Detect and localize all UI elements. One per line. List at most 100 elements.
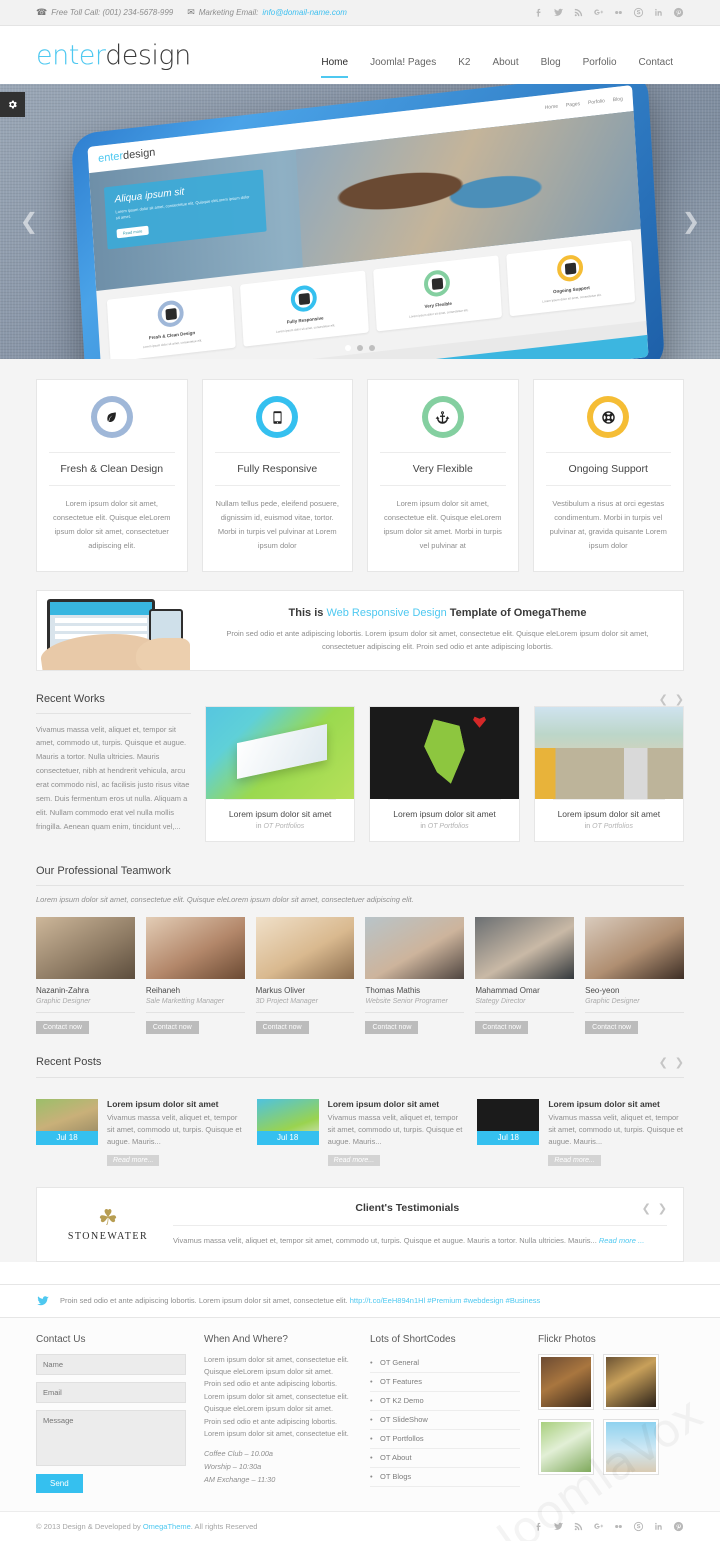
flickr-photo[interactable] — [603, 1418, 659, 1475]
shortcode-item[interactable]: OT Features — [370, 1373, 520, 1392]
feature-card: Fresh & Clean Design Lorem ipsum dolor s… — [36, 379, 188, 572]
flickr-icon[interactable] — [613, 1521, 624, 1532]
testimonial-text: Vivamus massa velit, aliquet et, tempor … — [173, 1235, 599, 1245]
skype-icon[interactable] — [633, 7, 644, 18]
flickr-icon[interactable] — [613, 7, 624, 18]
linkedin-icon[interactable] — [653, 7, 664, 18]
logo-text-first: enter — [36, 39, 106, 71]
shortcode-item[interactable]: OT SlideShow — [370, 1411, 520, 1430]
email-input[interactable] — [36, 1381, 186, 1403]
slider-dot[interactable] — [345, 345, 351, 351]
slider-settings-button[interactable] — [0, 92, 25, 117]
flickr-photos-title: Flickr Photos — [538, 1333, 596, 1345]
post-item: Jul 18 Lorem ipsum dolor sit amet Vivamu… — [256, 1098, 464, 1167]
portfolio-card[interactable]: Lorem ipsum dolor sit amet in OT Portfol… — [205, 705, 356, 842]
google-plus-icon[interactable] — [593, 7, 604, 18]
contact-now-button[interactable]: Contact now — [255, 1020, 309, 1034]
pinterest-icon[interactable] — [673, 1521, 684, 1532]
post-title[interactable]: Lorem ipsum dolor sit amet — [328, 1099, 464, 1109]
site-header: enterdesign Home Joomla! Pages K2 About … — [0, 26, 720, 84]
name-input[interactable] — [36, 1353, 186, 1375]
shortcodes-title: Lots of ShortCodes — [370, 1333, 456, 1345]
recent-works-prev-button[interactable]: ❮ — [659, 693, 668, 706]
pinterest-icon[interactable] — [673, 7, 684, 18]
flickr-photo[interactable] — [603, 1353, 659, 1410]
nav-item-blog[interactable]: Blog — [530, 42, 572, 84]
feature-cards: Fresh & Clean Design Lorem ipsum dolor s… — [36, 359, 684, 590]
testimonial-read-more-link[interactable]: Read more ... — [599, 1236, 644, 1245]
feature-icon-wrap — [421, 396, 464, 438]
rss-icon[interactable] — [573, 7, 584, 18]
read-more-button[interactable]: Read more... — [107, 1154, 160, 1166]
shortcode-item[interactable]: OT Portfollos — [370, 1430, 520, 1449]
linkedin-icon[interactable] — [653, 1521, 664, 1532]
read-more-button[interactable]: Read more... — [548, 1154, 601, 1166]
message-textarea[interactable] — [36, 1409, 186, 1466]
shortcode-item[interactable]: OT Blogs — [370, 1468, 520, 1487]
tablet-icon — [273, 410, 282, 424]
contact-now-button[interactable]: Contact now — [36, 1020, 89, 1034]
team-member-role: Graphic Designer — [585, 998, 684, 1013]
omegatheme-link[interactable]: OmegaTheme — [143, 1522, 191, 1531]
recent-posts-next-button[interactable]: ❯ — [675, 1056, 684, 1069]
mockup-logo: enterdesign — [98, 146, 156, 165]
rss-icon[interactable] — [573, 1521, 584, 1532]
team-member-name: Thomas Mathis — [365, 985, 421, 995]
facebook-icon[interactable] — [533, 7, 544, 18]
recent-works-list: Vivamus massa velit, aliquet et, tempor … — [36, 705, 684, 862]
recent-posts-header: Recent Posts ❮ ❯ — [36, 1054, 684, 1069]
phone-text: Free Toll Call: (001) 234-5678-999 — [51, 8, 174, 17]
recent-posts-prev-button[interactable]: ❮ — [659, 1056, 668, 1069]
email-link[interactable]: info@domail-name.com — [262, 8, 347, 17]
post-title[interactable]: Lorem ipsum dolor sit amet — [107, 1099, 243, 1109]
nav-item-k2[interactable]: K2 — [447, 42, 481, 84]
twitter-icon[interactable] — [553, 7, 564, 18]
shortcode-item[interactable]: OT General — [370, 1354, 520, 1373]
skype-icon[interactable] — [633, 1521, 644, 1532]
site-logo[interactable]: enterdesign — [36, 40, 310, 71]
testimonial-prev-button[interactable]: ❮ — [642, 1202, 651, 1215]
contact-now-button[interactable]: Contact now — [585, 1020, 639, 1034]
copyright-text: © 2013 Design & Developed by OmegaTheme.… — [36, 1522, 533, 1531]
twitter-icon[interactable] — [553, 1521, 564, 1532]
team-member-name: Mahammad Omar — [475, 985, 540, 995]
nav-item-home[interactable]: Home — [310, 42, 359, 84]
contact-now-button[interactable]: Contact now — [145, 1020, 199, 1034]
testimonial-next-button[interactable]: ❯ — [658, 1202, 667, 1215]
feature-card: Fully Responsive Nullam tellus pede, ele… — [201, 379, 353, 572]
contact-now-button[interactable]: Contact now — [475, 1020, 529, 1034]
footer-when-where-column: When And Where? Lorem ipsum dolor sit am… — [204, 1334, 352, 1493]
nav-item-about[interactable]: About — [481, 42, 529, 84]
footer-flickr-column: Flickr Photos — [538, 1334, 684, 1493]
contact-now-button[interactable]: Contact now — [365, 1020, 419, 1034]
slider-next-button[interactable]: ❯ — [676, 209, 706, 234]
mockup-feature-box: Very Flexible Lorem ipsum dolor sit amet… — [373, 255, 503, 332]
portfolio-card[interactable]: Lorem ipsum dolor sit amet in OT Portfol… — [369, 705, 520, 842]
post-thumbnail: Jul 18 — [36, 1098, 98, 1145]
slider-dot[interactable] — [369, 345, 375, 351]
slider-prev-button[interactable]: ❮ — [14, 209, 44, 234]
nav-item-porfolio[interactable]: Porfolio — [572, 42, 628, 84]
tweet-link[interactable]: http://t.co/EeH894n1Hl #Premium #webdesi… — [350, 1296, 541, 1305]
send-button[interactable]: Send — [36, 1473, 83, 1493]
flickr-photo[interactable] — [538, 1353, 594, 1410]
shortcode-item[interactable]: OT K2 Demo — [370, 1392, 520, 1411]
facebook-icon[interactable] — [533, 1521, 544, 1532]
portfolio-card[interactable]: Lorem ipsum dolor sit amet in OT Portfol… — [533, 705, 684, 842]
nav-item-joomla-pages[interactable]: Joomla! Pages — [359, 42, 447, 84]
post-title[interactable]: Lorem ipsum dolor sit amet — [548, 1099, 684, 1109]
team-title: Our Professional Teamwork — [36, 864, 171, 877]
gear-icon — [9, 100, 17, 109]
tablet-mockup: enterdesign Home Pages Porfolio Blog Ali… — [70, 84, 666, 359]
shortcodes-list: OT General OT Features OT K2 Demo OT Sli… — [370, 1354, 520, 1487]
logo-text-second: design — [105, 39, 191, 71]
nav-item-contact[interactable]: Contact — [628, 42, 684, 84]
read-more-button[interactable]: Read more... — [327, 1154, 381, 1166]
recent-works-next-button[interactable]: ❯ — [675, 693, 684, 706]
shortcode-item[interactable]: OT About — [370, 1449, 520, 1468]
flickr-photo[interactable] — [538, 1418, 594, 1475]
google-plus-icon[interactable] — [593, 1521, 604, 1532]
mockup-feature-icon — [556, 253, 584, 283]
team-member: Thomas Mathis Website Senior Programer C… — [365, 916, 465, 1034]
slider-dot[interactable] — [357, 345, 363, 351]
